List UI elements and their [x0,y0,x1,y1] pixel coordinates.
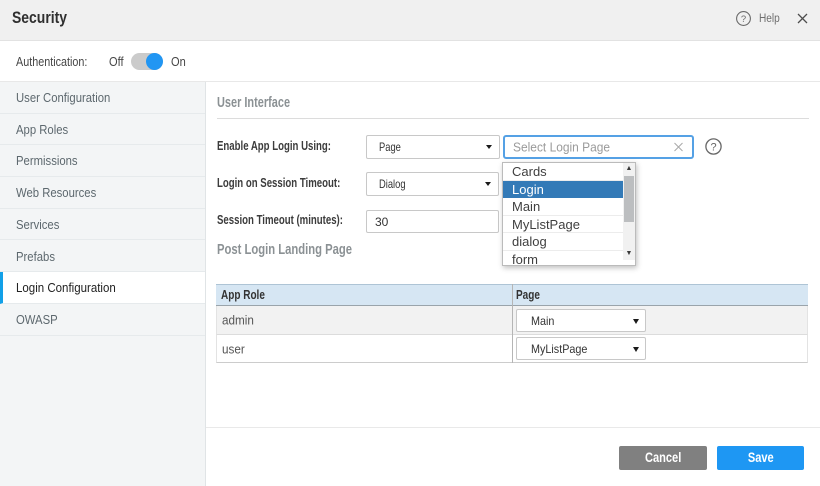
svg-text:?: ? [710,142,716,154]
svg-text:?: ? [741,14,746,25]
